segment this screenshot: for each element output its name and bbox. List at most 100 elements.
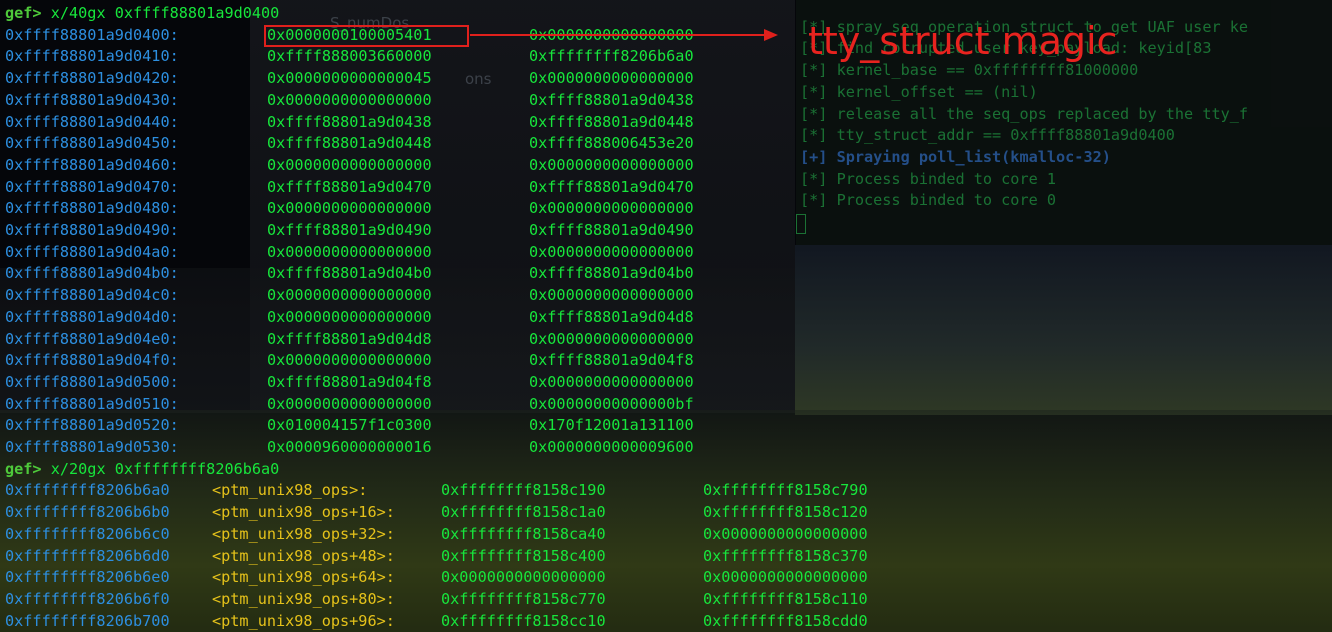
memory-address: 0xffff88801a9d04d0: [5,307,179,326]
memory-address: 0xffff88801a9d0490: [5,221,179,239]
gef-prompt: gef> [5,459,42,478]
memory-value: 0x0000000000000000 [703,568,868,587]
memory-value: 0x0000960000000016 [267,438,432,456]
memory-value: 0x0000000000000000 [267,90,432,109]
gef-prompt: gef> [5,4,42,22]
wallpaper-sky [795,245,1332,415]
memory-address: 0xffffffff8206b6a0 [5,481,170,500]
memory-address: 0xffff88801a9d0530: [5,438,179,456]
overlay-log-line: [*] tty_struct_addr == 0xffff88801a9d040… [800,126,1175,145]
memory-value: 0xffff88801a9d0490 [267,221,432,239]
memory-address: 0xffffffff8206b6c0 [5,524,170,543]
memory-value: 0x0000000000000000 [267,394,432,413]
memory-value: 0x0000000000000000 [529,372,694,391]
memory-value: 0xffffffff8206b6a0 [529,47,694,66]
memory-value: 0xffffffff8158c790 [703,481,868,500]
memory-value: 0xffff88801a9d04b0 [267,264,432,283]
overlay-log-line: [*] kernel_offset == (nil) [800,82,1038,101]
gdb-command-line: gef> x/40gx 0xffff88801a9d0400 [5,3,279,25]
memory-value: 0x0000000000000045 [267,69,432,88]
annotation-arrow-head [764,29,778,41]
memory-value: 0xffff88801a9d0470 [267,177,432,196]
memory-value: 0xffff88801a9d0438 [529,90,694,109]
memory-value: 0x0000000000000000 [529,242,694,261]
memory-value: 0x0000000000000000 [267,155,432,174]
memory-value: 0x0000000000000000 [441,568,606,587]
overlay-log-line: [+] Spraying poll_list(kmalloc-32) [800,147,1111,166]
memory-address: 0xffff88801a9d04b0: [5,264,179,283]
memory-address: 0xffff88801a9d04e0: [5,329,179,348]
memory-symbol: <ptm_unix98_ops+64>: [212,568,395,587]
memory-address: 0xffff88801a9d0460: [5,155,179,174]
memory-address: 0xffff88801a9d0470: [5,177,179,196]
memory-address: 0xffff88801a9d04f0: [5,351,179,370]
memory-value: 0xffff88801a9d0490 [529,221,694,239]
memory-address: 0xffffffff8206b700 [5,611,170,630]
memory-address: 0xffff88801a9d0500: [5,372,179,391]
memory-value: 0xffff88801a9d0438 [267,112,432,131]
memory-value: 0x0000000000000000 [529,199,694,218]
memory-value: 0x0000000000000000 [529,329,694,348]
memory-value: 0x0000000000000000 [703,524,868,543]
memory-address: 0xffff88801a9d0430: [5,90,179,109]
memory-value: 0x0000000000009600 [529,438,694,456]
memory-value: 0xffffffff8158cdd0 [703,611,868,630]
memory-value: 0x00000000000000bf [529,394,694,413]
background-ghost-text: ons [465,70,492,88]
memory-value: 0x0000000000000000 [267,242,432,261]
memory-address: 0xffffffff8206b6b0 [5,503,170,522]
memory-symbol: <ptm_unix98_ops+80>: [212,589,395,608]
memory-symbol: <ptm_unix98_ops+96>: [212,611,395,630]
memory-value: 0xffffffff8158c400 [441,546,606,565]
terminal-cursor [796,214,806,234]
gdb-command-line: gef> x/20gx 0xffffffff8206b6a0 [5,459,279,481]
memory-symbol: <ptm_unix98_ops>: [212,481,368,500]
memory-value: 0xffffffff8158c110 [703,589,868,608]
memory-value: 0xffffffff8158ca40 [441,524,606,543]
memory-address: 0xffff88801a9d0420: [5,69,179,88]
memory-value: 0x0000000000000000 [267,307,432,326]
gdb-command: x/20gx 0xffffffff8206b6a0 [50,459,280,478]
memory-address: 0xffff88801a9d0480: [5,199,179,218]
memory-address: 0xffff88801a9d0400: [5,25,179,44]
memory-address: 0xffffffff8206b6d0 [5,546,170,565]
memory-value: 0xffff888006453e20 [529,134,694,153]
memory-value: 0xffff888003660000 [267,47,432,66]
memory-value: 0xffff88801a9d04f8 [267,372,432,391]
memory-symbol: <ptm_unix98_ops+32>: [212,524,395,543]
memory-value: 0xffffffff8158c770 [441,589,606,608]
memory-value: 0xffffffff8158c370 [703,546,868,565]
memory-address: 0xffff88801a9d0450: [5,134,179,153]
desktop-screen: S_numDos ons [*] spray seq operation str… [0,0,1332,632]
memory-value: 0xffffffff8158c120 [703,503,868,522]
memory-value: 0xffffffff8158cc10 [441,611,606,630]
memory-value: 0x0000000000000000 [529,155,694,174]
memory-address: 0xffffffff8206b6e0 [5,568,170,587]
annotation-arrow [470,34,766,36]
memory-value: 0x0000000000000000 [529,286,694,305]
overlay-log-line: [*] Process binded to core 1 [800,169,1057,188]
memory-value: 0x0000000000000000 [267,351,432,370]
memory-address: 0xffff88801a9d0410: [5,47,179,66]
memory-value: 0xffff88801a9d04d8 [267,329,432,348]
memory-value: 0xffff88801a9d0448 [267,134,432,153]
memory-value: 0xffff88801a9d04f8 [529,351,694,370]
memory-address: 0xffff88801a9d04c0: [5,286,179,305]
gdb-command: x/40gx 0xffff88801a9d0400 [50,4,280,22]
memory-value: 0xffff88801a9d04d8 [529,307,694,326]
memory-value: 0xffff88801a9d0448 [529,112,694,131]
memory-value: 0xffff88801a9d0470 [529,177,694,196]
memory-value: 0xffffffff8158c190 [441,481,606,500]
memory-value: 0xffff88801a9d04b0 [529,264,694,283]
annotation-label: tty_struct magic [808,19,1118,63]
memory-address: 0xffff88801a9d04a0: [5,242,179,261]
memory-address: 0xffff88801a9d0520: [5,416,179,435]
tty-magic-highlight-box [264,25,469,47]
memory-address: 0xffff88801a9d0510: [5,394,179,413]
overlay-log-line: [*] release all the seq_ops replaced by … [800,104,1249,123]
memory-value: 0xffffffff8158c1a0 [441,503,606,522]
memory-value: 0x0000000000000000 [529,69,694,88]
memory-address: 0xffff88801a9d0440: [5,112,179,131]
memory-value: 0x010004157f1c0300 [267,416,432,435]
overlay-log-line: [*] Process binded to core 0 [800,191,1057,210]
